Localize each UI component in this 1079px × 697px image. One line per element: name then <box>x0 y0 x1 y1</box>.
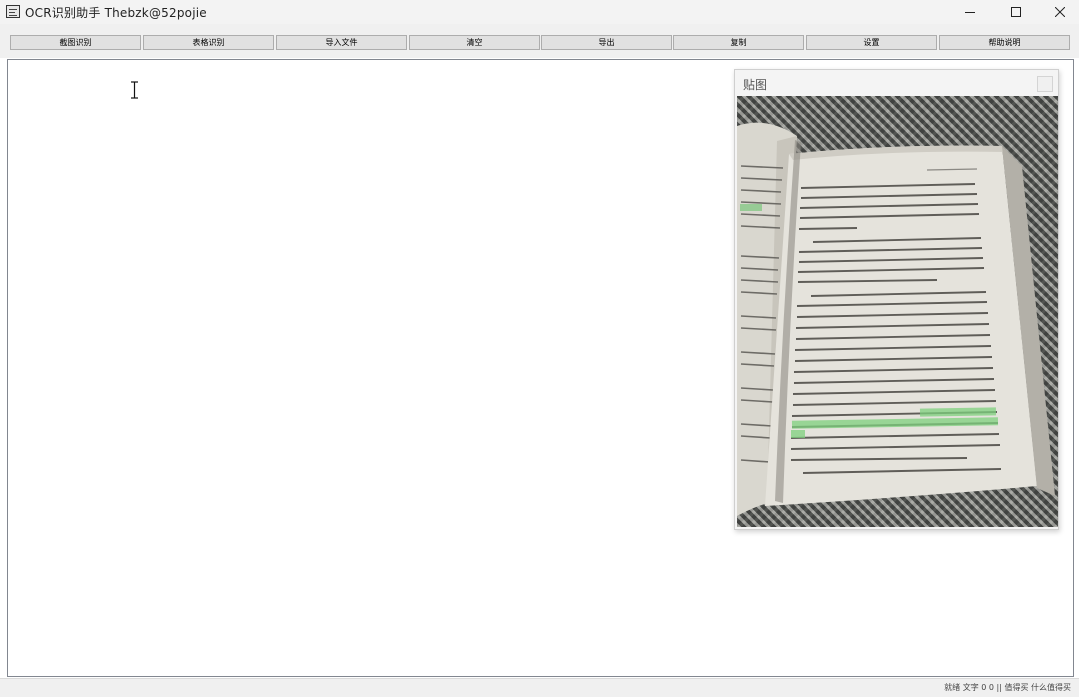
photo-of-open-book-with-highlighted-text <box>737 96 1058 527</box>
settings-button[interactable]: 设置 <box>806 35 937 50</box>
scanner-app-icon[interactable] <box>6 5 20 18</box>
title-bar: OCR识别助手 Thebzk@52pojie <box>0 0 1079 24</box>
copy-button[interactable]: 复制 <box>673 35 804 50</box>
toolbar: 截图识别 表格识别 导入文件 清空 导出 复制 设置 帮助说明 <box>0 24 1079 58</box>
status-text: 就绪 文字 0 0 || 值得买 什么值得买 <box>944 683 1071 692</box>
close-icon[interactable] <box>1037 0 1079 24</box>
text-ibeam-cursor <box>131 81 138 99</box>
import-file-button[interactable]: 导入文件 <box>276 35 407 50</box>
panel-close-button[interactable] <box>1037 76 1053 92</box>
pinned-image-panel[interactable]: 贴图 <box>734 69 1059 530</box>
export-button[interactable]: 导出 <box>541 35 672 50</box>
clear-button[interactable]: 清空 <box>409 35 540 50</box>
minimize-icon[interactable] <box>947 0 993 24</box>
table-ocr-button[interactable]: 表格识别 <box>143 35 274 50</box>
panel-title: 贴图 <box>743 78 768 92</box>
window-title: OCR识别助手 Thebzk@52pojie <box>25 6 207 20</box>
maximize-icon[interactable] <box>993 0 1039 24</box>
help-button[interactable]: 帮助说明 <box>939 35 1070 50</box>
screenshot-ocr-button[interactable]: 截图识别 <box>10 35 141 50</box>
status-bar: 就绪 文字 0 0 || 值得买 什么值得买 <box>0 678 1079 697</box>
